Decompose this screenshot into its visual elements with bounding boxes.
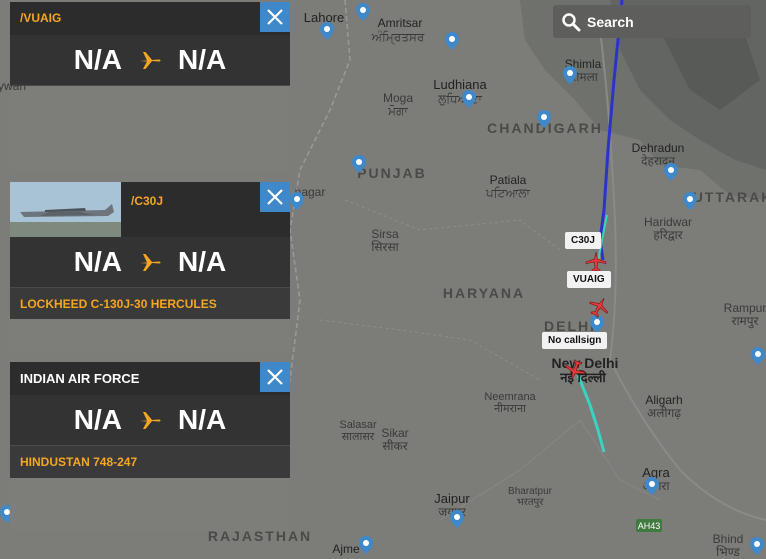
aircraft-c30j-icon[interactable]: [585, 251, 607, 273]
airport-pin-icon[interactable]: [645, 477, 659, 495]
panel-header: /C30J: [10, 182, 290, 237]
place-bharatpur-local: भरतपुर: [516, 497, 544, 508]
place-ludhiana: Ludhiana: [433, 77, 487, 92]
plane-arrow-icon: [140, 412, 161, 429]
place-sikar-local: सीकर: [382, 439, 408, 453]
origin-code: N/A: [73, 44, 122, 75]
place-amritsar-local: ਅੰਮ੍ਰਿਤਸਰ: [371, 30, 425, 44]
search-placeholder: Search: [587, 13, 634, 30]
place-rampur-local: रामपुर: [731, 314, 759, 328]
panel-body: [10, 319, 290, 352]
aircraft-tag-vuaig[interactable]: VUAIG: [567, 271, 611, 288]
place-salasar-local: सालासर: [341, 431, 375, 443]
panel-operator: INDIAN AIR FORCE: [20, 371, 140, 386]
airport-pin-icon[interactable]: [359, 536, 373, 554]
highway-ah43-label: AH43: [637, 521, 661, 531]
aircraft-tag-no-callsign[interactable]: No callsign: [542, 332, 608, 349]
panel-body: [10, 478, 290, 531]
origin-code: N/A: [73, 404, 122, 435]
close-icon: [267, 9, 283, 25]
origin-code: N/A: [73, 246, 122, 277]
route-row: N/A N/A: [10, 395, 290, 445]
panel-body: [10, 86, 290, 172]
flight-panel-vuaig[interactable]: /VUAIG N/A N/A: [10, 2, 290, 172]
region-uttarakhand: UTTARAK: [692, 189, 766, 205]
place-sirsa-local: सिरसा: [371, 240, 399, 254]
airport-pin-icon[interactable]: [664, 163, 678, 181]
close-button[interactable]: [260, 182, 290, 212]
panel-header: INDIAN AIR FORCE: [10, 362, 290, 395]
close-button[interactable]: [260, 362, 290, 392]
place-neemrana-local: नीमराना: [494, 403, 526, 415]
aircraft-type: LOCKHEED C-130J-30 HERCULES: [20, 297, 217, 311]
place-ajmer: Ajme: [332, 542, 360, 556]
airport-pin-icon[interactable]: [356, 3, 370, 21]
search-box[interactable]: Search: [553, 5, 751, 38]
airport-pin-icon[interactable]: [683, 192, 697, 210]
plane-arrow-icon: [140, 254, 161, 271]
aircraft-type-row: HINDUSTAN 748-247: [10, 445, 290, 478]
panel-header: /VUAIG: [10, 2, 290, 35]
airport-pin-icon[interactable]: [563, 66, 577, 84]
destination-code: N/A: [178, 404, 227, 435]
place-aligarh-local: अलीगढ़: [647, 406, 681, 420]
destination-code: N/A: [178, 44, 227, 75]
airport-pin-icon[interactable]: [290, 192, 304, 210]
aircraft-photo: [10, 182, 121, 237]
region-punjab: PUNJAB: [357, 165, 427, 181]
search-icon: [562, 12, 581, 31]
panel-callsign: /VUAIG: [20, 11, 62, 25]
place-amritsar: Amritsar: [377, 16, 423, 30]
close-icon: [267, 369, 283, 385]
airport-pin-icon[interactable]: [352, 155, 366, 173]
place-patiala-local: ਪਟਿਆਲਾ: [486, 186, 530, 200]
aircraft-type: HINDUSTAN 748-247: [20, 455, 138, 469]
place-partial-west: ywah: [0, 79, 27, 93]
aircraft-type-row: LOCKHEED C-130J-30 HERCULES: [10, 287, 290, 320]
route-row: N/A N/A: [10, 35, 290, 85]
flight-panel-c30j[interactable]: /C30J N/A N/A LOCKHEED C-130J-30 HERCULE…: [10, 182, 290, 352]
destination-code: N/A: [178, 246, 227, 277]
airport-pin-icon[interactable]: [751, 347, 765, 365]
place-jaipur: Jaipur: [434, 491, 470, 506]
close-button[interactable]: [260, 2, 290, 32]
airport-pin-icon[interactable]: [445, 32, 459, 50]
airport-pin-icon[interactable]: [320, 22, 334, 40]
airport-pin-icon[interactable]: [750, 537, 764, 555]
plane-arrow-icon: [140, 52, 161, 69]
airport-pin-icon[interactable]: [537, 110, 551, 128]
place-moga-local: ਮੋਗਾ: [388, 104, 408, 118]
panel-callsign: /C30J: [131, 194, 164, 208]
close-icon: [267, 189, 283, 205]
place-bhind-local: भिण्ड: [716, 545, 740, 559]
region-haryana: HARYANA: [442, 285, 526, 301]
airport-pin-icon[interactable]: [462, 90, 476, 108]
place-haridwar-local: हरिद्वार: [653, 228, 683, 242]
flight-panel-indian-air-force[interactable]: INDIAN AIR FORCE N/A N/A HINDUSTAN 748-2…: [10, 362, 290, 531]
region-rajasthan: RAJASTHAN: [207, 528, 313, 544]
airport-pin-icon[interactable]: [450, 510, 464, 528]
route-row: N/A N/A: [10, 237, 290, 287]
aircraft-tag-c30j[interactable]: C30J: [565, 232, 601, 249]
